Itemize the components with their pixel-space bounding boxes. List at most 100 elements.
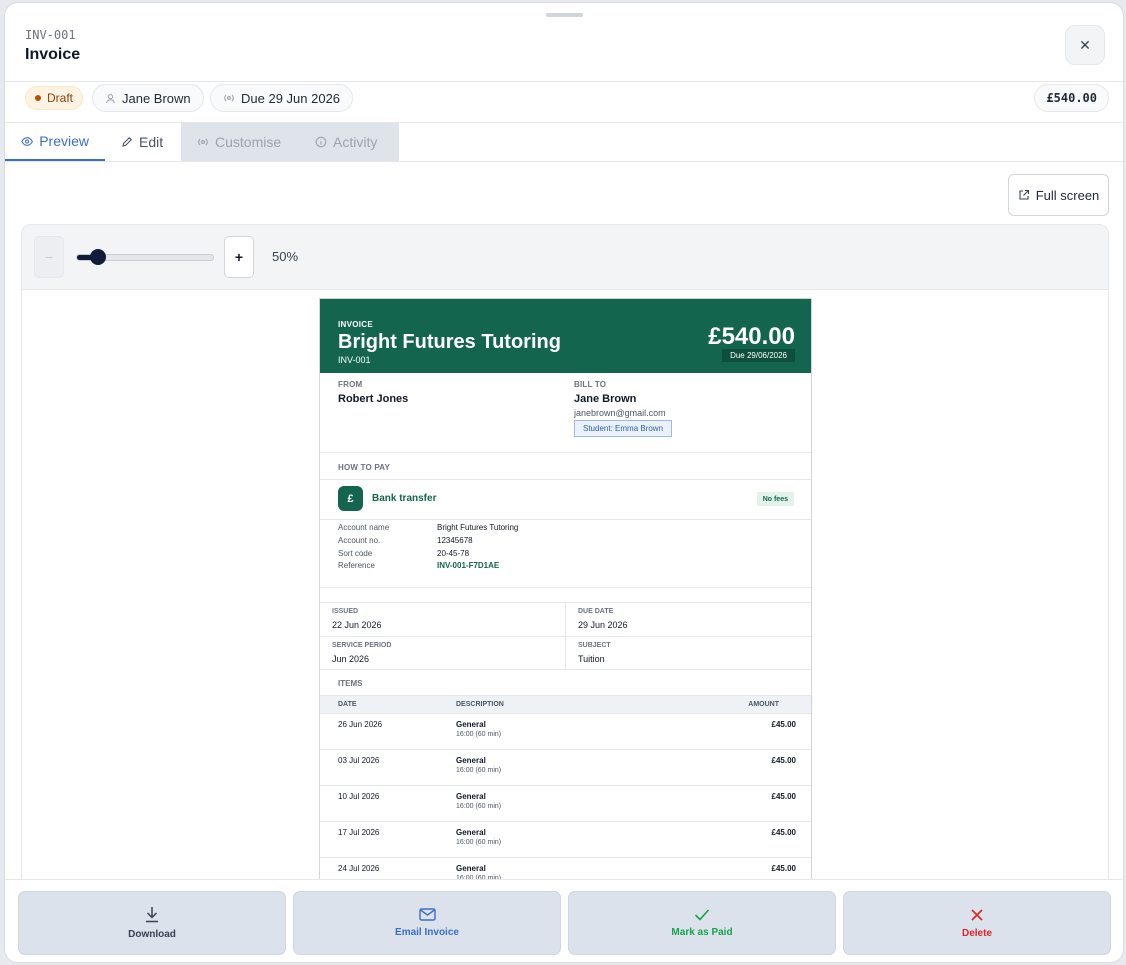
column-header: AMOUNT [748, 701, 779, 708]
detail-value: Jun 2026 [332, 654, 370, 664]
invoice-amount: £540.00 [708, 323, 795, 350]
person-icon [106, 93, 115, 103]
zoom-in-button[interactable]: + [224, 236, 254, 278]
zoom-level: 50% [272, 249, 299, 264]
payment-reference: INV-001-F7D1AE [437, 561, 500, 570]
preview-viewer[interactable]: − + 50% INVOICE Bright Futures Tutoring … [21, 224, 1109, 904]
download-button[interactable]: Download [18, 891, 286, 955]
invoice-sheet: INV-001 Invoice ✕ Draft Jane Brown Due 2… [4, 2, 1124, 963]
check-icon [694, 909, 710, 921]
zoom-toolbar: − + 50% [22, 225, 1108, 290]
column-header: DESCRIPTION [456, 701, 504, 708]
column-header: DATE [338, 701, 357, 708]
bank-key: Sort code [338, 549, 373, 558]
bill-to-label: BILL TO [574, 380, 607, 389]
due-date-badge: Due 29/06/2026 [722, 349, 795, 362]
bank-key: Account name [338, 523, 390, 532]
detail-service-period: SERVICE PERIOD Jun 2026 [320, 636, 566, 670]
close-button[interactable]: ✕ [1065, 25, 1105, 65]
bank-value: 20-45-78 [437, 549, 470, 558]
item-time: 16:00 (60 min) [456, 731, 502, 738]
tab-bar: Preview Edit Customise Activity [5, 123, 1123, 162]
item-time: 16:00 (60 min) [456, 803, 502, 810]
invoice-document: INVOICE Bright Futures Tutoring INV-001 … [319, 298, 812, 903]
download-label: Download [128, 929, 176, 940]
item-time: 16:00 (60 min) [456, 839, 502, 846]
item-time: 16:00 (60 min) [456, 767, 502, 774]
x-icon [971, 908, 983, 921]
mark-as-paid-button[interactable]: Mark as Paid [568, 891, 836, 955]
tab-preview-label: Preview [39, 133, 89, 149]
bank-key: Reference [338, 561, 375, 570]
broadcast-icon [198, 138, 208, 146]
bill-to-email: janebrown@gmail.com [574, 408, 666, 418]
status-dot-icon [35, 95, 41, 101]
tab-customise-label: Customise [215, 134, 282, 150]
how-to-pay-label: HOW TO PAY [338, 463, 391, 472]
table-row: 10 Jul 2026 General 16:00 (60 min) £45.0… [320, 786, 811, 822]
from-label: FROM [338, 380, 363, 389]
divider [320, 452, 811, 453]
zoom-out-button[interactable]: − [34, 236, 64, 278]
email-invoice-button[interactable]: Email Invoice [293, 891, 561, 955]
pencil-icon [122, 136, 133, 147]
due-chip: Due 29 Jun 2026 [210, 84, 354, 112]
tab-preview[interactable]: Preview [5, 123, 105, 161]
close-icon: ✕ [1079, 36, 1091, 53]
mark-as-paid-label: Mark as Paid [671, 927, 733, 938]
drag-handle[interactable] [546, 13, 583, 17]
invoice-header-band: INVOICE Bright Futures Tutoring INV-001 … [320, 299, 811, 373]
due-label: Due 29 Jun 2026 [241, 90, 341, 106]
delete-label: Delete [961, 927, 992, 939]
item-description: General [456, 792, 486, 801]
tab-edit[interactable]: Edit [105, 123, 181, 161]
sheet-title: Invoice [25, 46, 81, 63]
detail-issued: ISSUED 22 Jun 2026 [320, 602, 566, 636]
table-row: 03 Jul 2026 General 16:00 (60 min) £45.0… [320, 750, 811, 786]
external-link-icon [1019, 189, 1029, 200]
bank-key: Account no. [338, 536, 381, 545]
divider [320, 479, 811, 480]
status-label: Draft [47, 91, 74, 105]
item-amount: £45.00 [771, 756, 796, 765]
item-description: General [456, 864, 486, 873]
pound-icon: £ [338, 486, 363, 511]
detail-key: ISSUED [332, 608, 359, 615]
invoice-id: INV-001 [25, 28, 76, 42]
status-badge: Draft [25, 86, 84, 110]
total-chip: £540.00 [1034, 84, 1109, 112]
delete-button[interactable]: Delete [843, 891, 1111, 955]
bill-to-name: Jane Brown [574, 393, 637, 405]
items-table-header: DATE DESCRIPTION AMOUNT [320, 695, 811, 714]
action-footer: Download Email Invoice Mark as Paid Dele… [5, 879, 1123, 962]
client-chip: Jane Brown [92, 84, 204, 112]
item-amount: £45.00 [771, 864, 796, 873]
item-amount: £45.00 [771, 720, 796, 729]
tab-edit-label: Edit [139, 134, 164, 150]
broadcast-icon [224, 94, 234, 102]
detail-value: Tuition [578, 654, 605, 664]
detail-subject: SUBJECT Tuition [566, 636, 811, 670]
student-tag: Student: Emma Brown [574, 420, 673, 437]
item-amount: £45.00 [771, 828, 796, 837]
email-invoice-label: Email Invoice [395, 927, 459, 938]
detail-value: 29 Jun 2026 [578, 620, 628, 630]
item-date: 03 Jul 2026 [338, 756, 380, 765]
zoom-slider-thumb[interactable] [90, 249, 107, 265]
eye-icon [21, 136, 33, 146]
business-name: Bright Futures Tutoring [338, 331, 561, 353]
bank-value: 12345678 [437, 536, 473, 545]
mail-icon [418, 908, 436, 921]
divider [320, 519, 811, 520]
invoice-number: INV-001 [338, 355, 371, 365]
table-row: 17 Jul 2026 General 16:00 (60 min) £45.0… [320, 822, 811, 858]
items-label: ITEMS [338, 679, 363, 688]
bank-value: Bright Futures Tutoring [437, 523, 519, 532]
item-amount: £45.00 [771, 792, 796, 801]
pay-method: Bank transfer [372, 493, 437, 504]
tab-activity-label: Activity [333, 134, 378, 150]
client-name: Jane Brown [122, 90, 191, 106]
detail-value: 22 Jun 2026 [332, 620, 382, 630]
divider [320, 587, 811, 588]
full-screen-button[interactable]: Full screen [1008, 174, 1109, 216]
